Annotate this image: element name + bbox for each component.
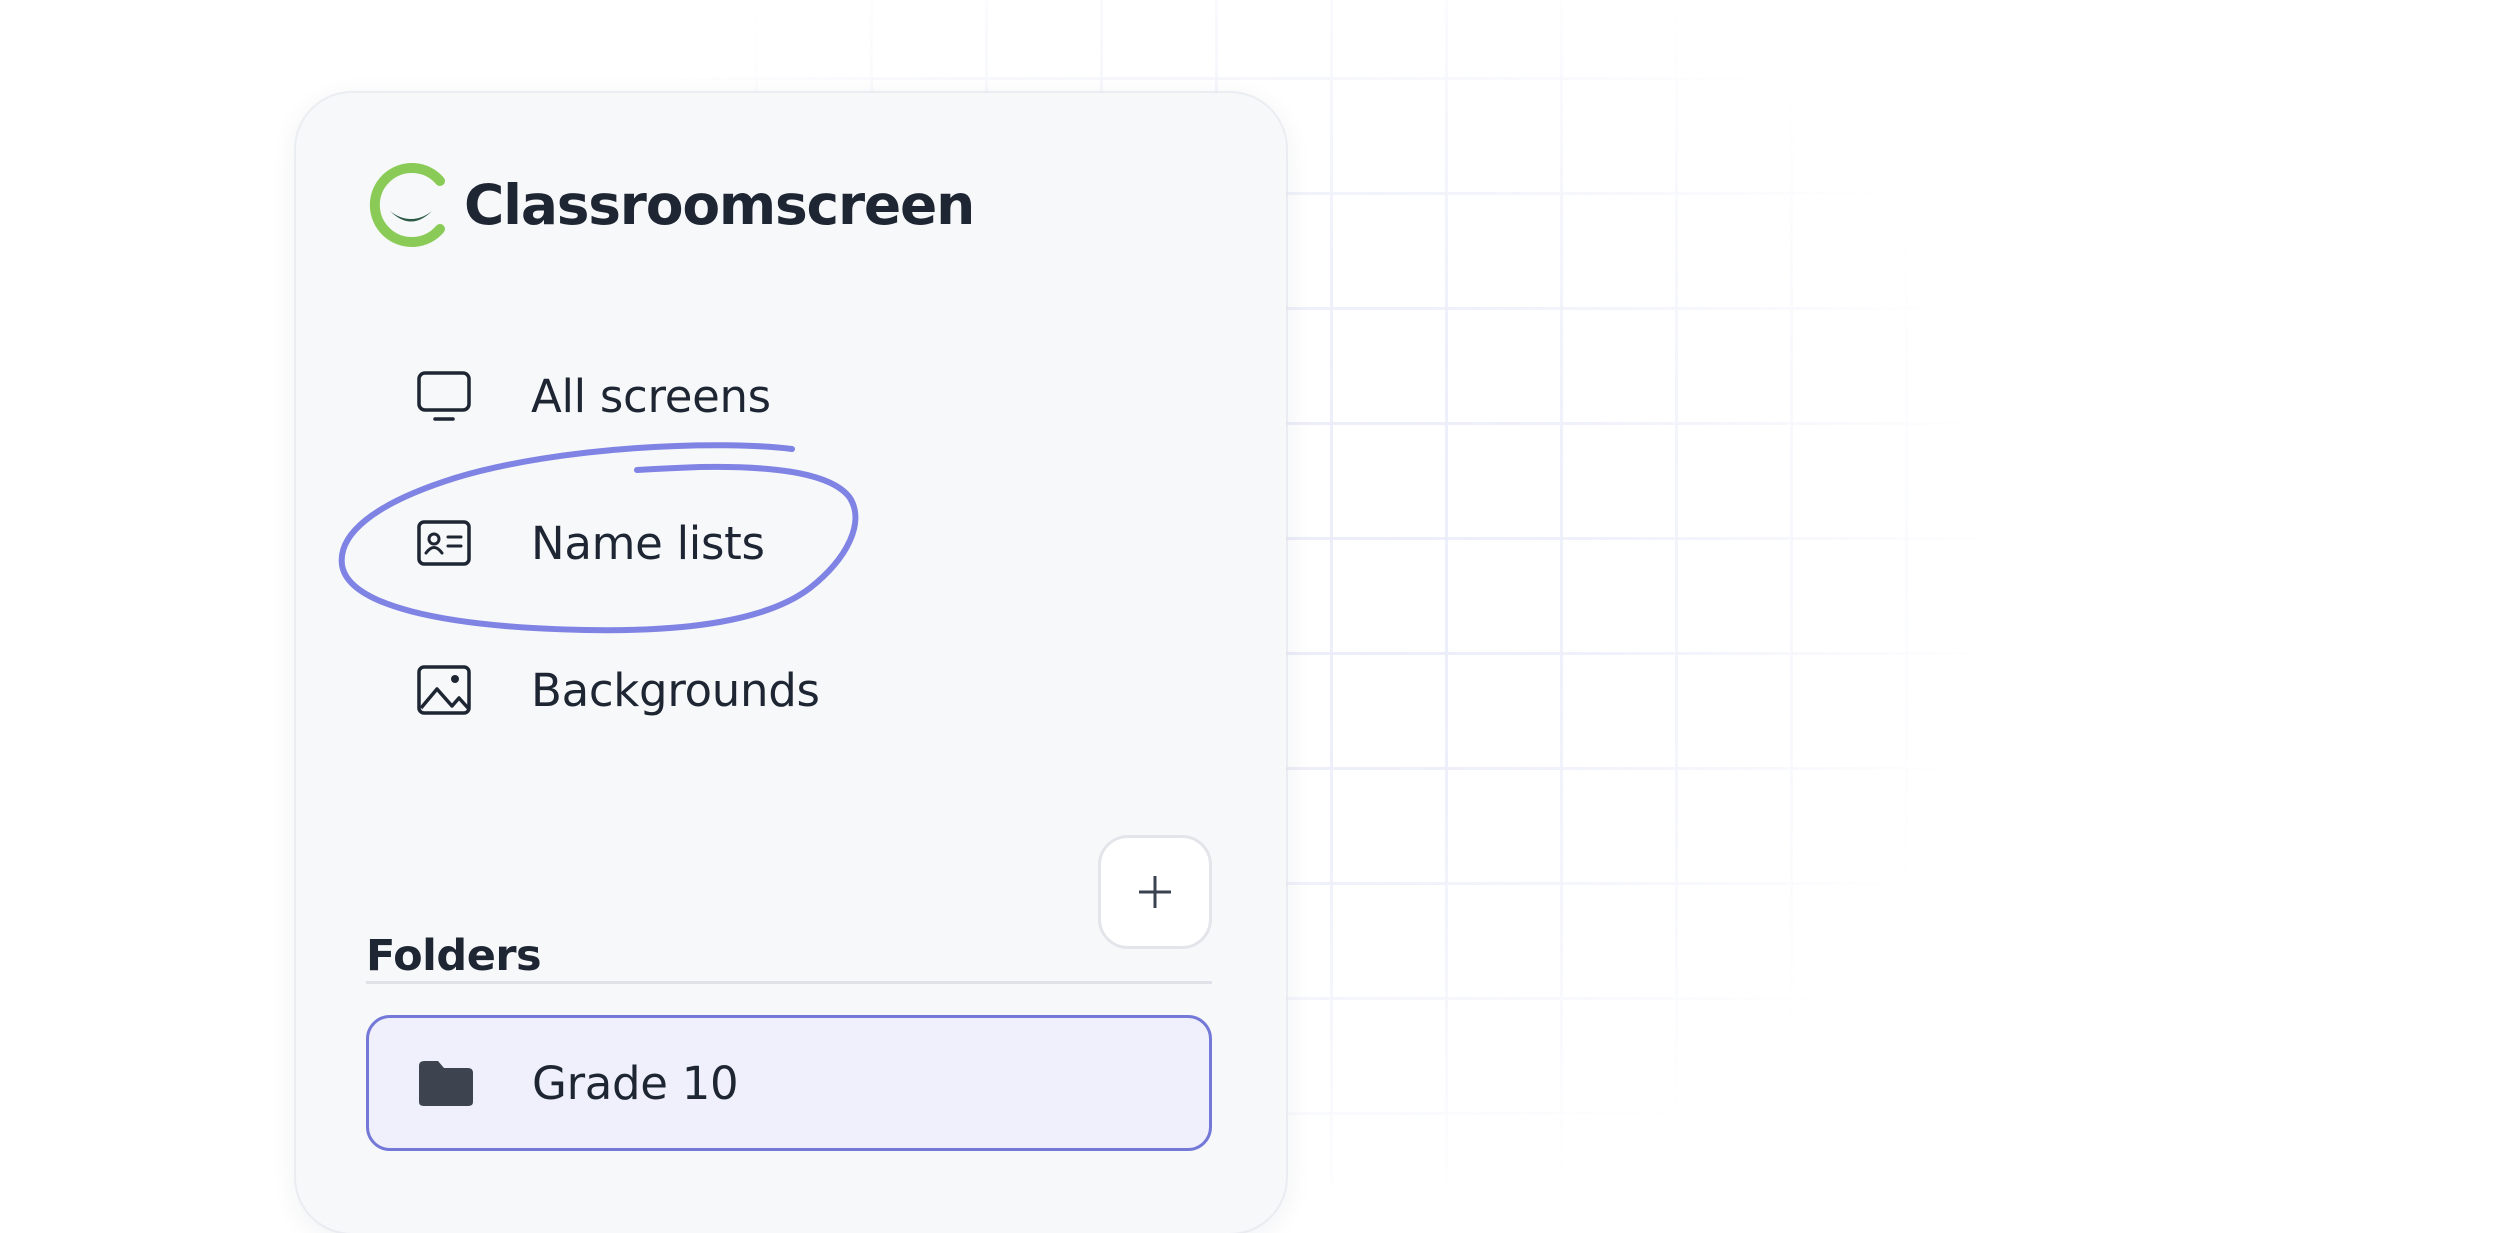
add-folder-button[interactable]	[1098, 835, 1212, 949]
folder-item-label: Grade 10	[532, 1056, 739, 1110]
contact-card-icon	[416, 515, 472, 571]
nav-item-all-screens[interactable]: All screens	[416, 356, 771, 436]
nav-item-label: All screens	[531, 369, 771, 423]
nav-item-name-lists[interactable]: Name lists	[416, 503, 765, 583]
folder-item-grade-10[interactable]: Grade 10	[366, 1015, 1212, 1151]
monitor-icon	[416, 368, 472, 424]
plus-icon	[1139, 876, 1171, 908]
classroomscreen-logo-icon	[369, 163, 445, 247]
brand-logo[interactable]: Classroomscreen	[366, 159, 975, 251]
folders-heading: Folders	[366, 931, 542, 981]
folder-icon	[417, 1054, 475, 1112]
nav-item-backgrounds[interactable]: Backgrounds	[416, 650, 820, 730]
sidebar: Classroomscreen All screens Name lists B…	[296, 93, 1286, 1233]
nav-item-label: Name lists	[531, 516, 765, 570]
image-icon	[416, 662, 472, 718]
divider	[366, 981, 1212, 984]
brand-name: Classroomscreen	[464, 173, 975, 237]
nav-item-label: Backgrounds	[531, 663, 820, 717]
